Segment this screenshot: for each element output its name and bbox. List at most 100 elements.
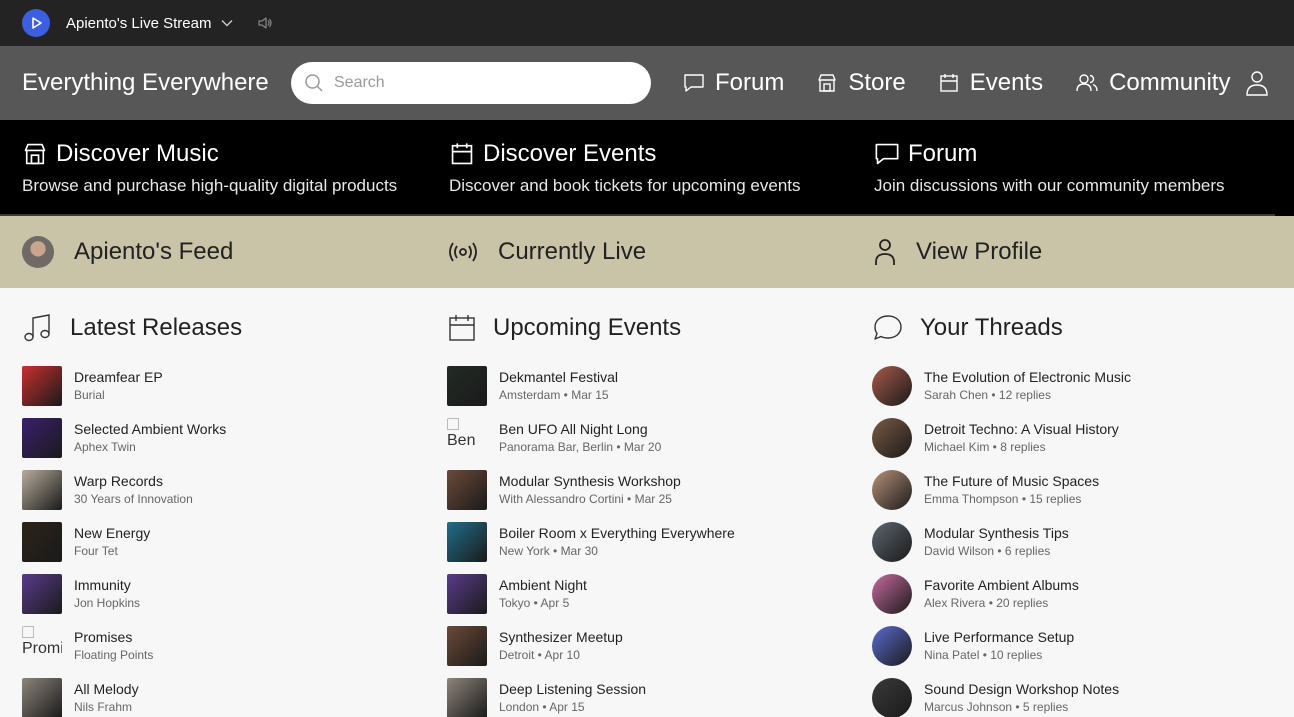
item-title: The Evolution of Electronic Music — [924, 369, 1131, 385]
list-item[interactable]: New Energy Four Tet — [22, 516, 425, 568]
list-item[interactable]: The Evolution of Electronic Music Sarah C… — [872, 360, 1275, 412]
item-subtitle: With Alessandro Cortini • Mar 25 — [499, 492, 672, 506]
item-subtitle: Jon Hopkins — [74, 596, 141, 610]
item-subtitle: Aphex Twin — [74, 440, 136, 454]
item-title: The Future of Music Spaces — [924, 473, 1100, 489]
store-icon — [818, 74, 837, 92]
thumbnail — [22, 574, 62, 614]
discover-forum-title: Forum — [908, 140, 978, 167]
chat-icon — [875, 143, 899, 165]
item-title: Immunity — [74, 577, 131, 593]
item-subtitle: Emma Thompson • 15 replies — [924, 492, 1082, 506]
brand-title[interactable]: Everything Everywhere — [22, 69, 291, 97]
item-subtitle: Four Tet — [74, 544, 118, 558]
broken-image: Ben — [447, 418, 487, 458]
divider — [0, 214, 425, 216]
list-item[interactable]: Live Performance Setup Nina Patel • 10 re… — [872, 620, 1275, 672]
thumbnail — [22, 470, 62, 510]
play-button[interactable] — [22, 9, 50, 37]
search-input[interactable] — [334, 74, 634, 92]
nav-store[interactable]: Store — [816, 69, 906, 97]
chevron-down-icon[interactable] — [221, 19, 233, 27]
discover-music-card[interactable]: Discover Music Browse and purchase high-… — [0, 120, 425, 216]
item-subtitle: 30 Years of Innovation — [74, 492, 193, 506]
apiento-feed-link[interactable]: Apiento's Feed — [0, 216, 425, 288]
list-item[interactable]: All Melody Nils Frahm — [22, 672, 425, 717]
discover-music-desc: Browse and purchase high-quality digital… — [22, 176, 398, 195]
thumbnail — [22, 522, 62, 562]
discover-events-desc: Discover and book tickets for upcoming e… — [449, 176, 801, 195]
list-item[interactable]: Modular Synthesis Workshop With Alessandr… — [447, 464, 850, 516]
view-profile-link[interactable]: View Profile — [850, 216, 1275, 288]
item-subtitle: Panorama Bar, Berlin • Mar 20 — [499, 440, 662, 454]
divider — [425, 214, 850, 216]
item-subtitle: Amsterdam • Mar 15 — [499, 388, 609, 402]
list-item[interactable]: Dekmantel Festival Amsterdam • Mar 15 — [447, 360, 850, 412]
chat-icon — [684, 74, 704, 92]
nav-events[interactable]: Events — [938, 69, 1043, 97]
nav-community-label: Community — [1109, 69, 1231, 96]
section-title: Your Threads — [920, 314, 1063, 341]
item-title: Modular Synthesis Workshop — [499, 473, 681, 489]
list-item[interactable]: The Future of Music Spaces Emma Thompson … — [872, 464, 1275, 516]
list-item[interactable]: Warp Records 30 Years of Innovation — [22, 464, 425, 516]
latest-releases-section: Latest Releases Dreamfear EP Burial Select… — [0, 312, 425, 717]
list-item[interactable]: Selected Ambient Works Aphex Twin — [22, 412, 425, 464]
calendar-icon — [940, 74, 958, 92]
item-title: Deep Listening Session — [499, 681, 647, 697]
list-item[interactable]: Modular Synthesis Tips David Wilson • 6 r… — [872, 516, 1275, 568]
user-icon — [875, 239, 895, 265]
image-alt-text: Promi — [22, 640, 62, 657]
list-item[interactable]: Deep Listening Session London • Apr 15 — [447, 672, 850, 717]
broken-image-icon — [447, 418, 459, 430]
thumbnail — [22, 678, 62, 717]
stream-bar: Apiento's Live Stream — [0, 0, 1294, 46]
item-subtitle: Detroit • Apr 10 — [499, 648, 580, 662]
feed-label: Apiento's Feed — [74, 238, 234, 265]
volume-icon[interactable] — [257, 16, 273, 30]
item-subtitle: London • Apr 15 — [499, 700, 585, 714]
thumbnail — [447, 366, 487, 406]
currently-live-link[interactable]: Currently Live — [425, 216, 850, 288]
broken-image-icon — [22, 626, 34, 638]
calendar-icon — [451, 143, 473, 165]
live-label: Currently Live — [498, 238, 647, 265]
stream-title[interactable]: Apiento's Live Stream — [66, 15, 211, 32]
item-subtitle: Nils Frahm — [74, 700, 133, 714]
nav-forum[interactable]: Forum — [683, 69, 784, 97]
avatar — [872, 626, 912, 666]
item-title: Favorite Ambient Albums — [924, 577, 1079, 593]
item-title: Selected Ambient Works — [74, 421, 227, 437]
nav-events-label: Events — [969, 69, 1044, 96]
broken-image: Promi — [22, 626, 62, 666]
list-item[interactable]: Sound Design Workshop Notes Marcus Johnso… — [872, 672, 1275, 717]
item-title: Dreamfear EP — [74, 369, 163, 385]
account-button[interactable] — [1245, 70, 1269, 101]
list-item[interactable]: Boiler Room x Everything Everywhere New Y… — [447, 516, 850, 568]
nav-forum-label: Forum — [715, 69, 785, 96]
item-title: Ben UFO All Night Long — [499, 421, 648, 437]
item-subtitle: Burial — [74, 388, 105, 402]
item-subtitle: Marcus Johnson • 5 replies — [924, 700, 1069, 714]
discover-row: Discover Music Browse and purchase high-… — [0, 120, 1294, 216]
section-title: Upcoming Events — [493, 314, 682, 341]
list-item[interactable]: Ambient Night Tokyo • Apr 5 — [447, 568, 850, 620]
list-item[interactable]: Ben Ben UFO All Night Long Panorama Bar, B… — [447, 412, 850, 464]
list-item[interactable]: Favorite Ambient Albums Alex Rivera • 20 … — [872, 568, 1275, 620]
avatar — [872, 366, 912, 406]
list-item[interactable]: Detroit Techno: A Visual History Michael … — [872, 412, 1275, 464]
list-item[interactable]: Synthesizer Meetup Detroit • Apr 10 — [447, 620, 850, 672]
list-item[interactable]: Dreamfear EP Burial — [22, 360, 425, 412]
item-subtitle: New York • Mar 30 — [499, 544, 598, 558]
discover-forum-card[interactable]: Forum Join discussions with our communit… — [850, 120, 1275, 216]
broadcast-icon — [449, 242, 477, 262]
search-box[interactable] — [291, 62, 651, 104]
avatar — [22, 236, 54, 268]
chat-bubble-icon — [874, 315, 902, 340]
list-item[interactable]: Immunity Jon Hopkins — [22, 568, 425, 620]
list-item[interactable]: Promi Promises Floating Points — [22, 620, 425, 672]
discover-events-card[interactable]: Discover Events Discover and book ticket… — [425, 120, 850, 216]
divider — [850, 214, 1275, 216]
nav-community[interactable]: Community — [1075, 69, 1230, 97]
item-subtitle: Nina Patel • 10 replies — [924, 648, 1043, 662]
